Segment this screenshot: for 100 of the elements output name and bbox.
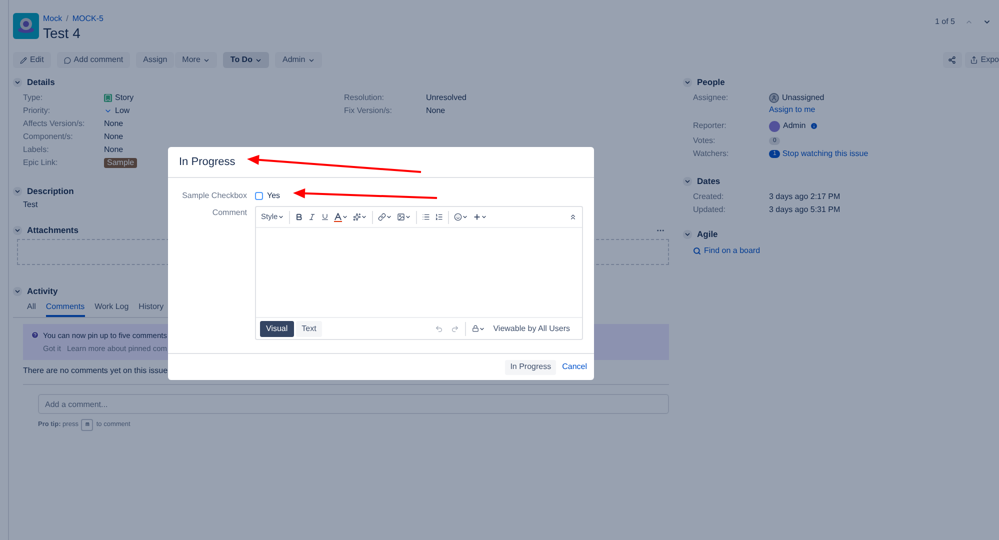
italic-icon[interactable] bbox=[308, 213, 316, 221]
issue-title: Test 4 bbox=[43, 25, 82, 41]
toolbar-button[interactable]: More bbox=[175, 52, 218, 68]
field-label: Component/s: bbox=[23, 130, 74, 142]
section-title: People bbox=[697, 76, 725, 88]
field-label: Resolution: bbox=[344, 92, 386, 104]
chevron-icon bbox=[684, 78, 691, 86]
user-avatar bbox=[769, 120, 780, 132]
chevron-icon bbox=[684, 230, 691, 238]
collapse-icon[interactable] bbox=[569, 213, 577, 221]
field-value: Unresolved bbox=[426, 92, 466, 104]
collapse-toggle[interactable] bbox=[13, 226, 22, 234]
empty-comments-text: There are no comments yet on this issue. bbox=[23, 366, 170, 376]
epic-lozenge[interactable]: Sample bbox=[104, 158, 138, 168]
text-effects-icon[interactable] bbox=[352, 213, 367, 221]
bullet-list-icon[interactable] bbox=[422, 213, 430, 221]
chevron-icon bbox=[14, 78, 21, 86]
caret-icon bbox=[308, 56, 316, 64]
stop-watching-link[interactable]: Stop watching this issue bbox=[782, 148, 868, 160]
speech-bubble-icon bbox=[64, 56, 71, 64]
section-title: Agile bbox=[697, 228, 718, 240]
collapse-toggle[interactable] bbox=[683, 230, 692, 238]
activity-tab[interactable]: Work Log bbox=[94, 301, 129, 317]
section-title: Dates bbox=[697, 174, 720, 188]
cancel-link[interactable]: Cancel bbox=[560, 360, 589, 374]
search-icon bbox=[693, 247, 701, 255]
field-label: Votes: bbox=[693, 134, 716, 146]
story-icon bbox=[104, 94, 112, 102]
text-color-icon[interactable] bbox=[334, 212, 348, 222]
info-icon[interactable] bbox=[810, 122, 818, 130]
activity-tab[interactable]: History bbox=[138, 301, 164, 317]
checkbox-label: Yes bbox=[267, 190, 280, 202]
dialog-title: In Progress bbox=[179, 154, 236, 170]
lock-icon[interactable] bbox=[472, 325, 486, 332]
field-label: Priority: bbox=[23, 104, 52, 116]
description-text: Test bbox=[22, 199, 39, 210]
activity-tab[interactable]: Comments bbox=[46, 301, 85, 317]
bold-icon[interactable] bbox=[294, 213, 303, 221]
field-label: Affects Version/s: bbox=[23, 118, 86, 130]
export-button[interactable]: Expo bbox=[964, 52, 999, 68]
collapse-toggle[interactable] bbox=[683, 176, 692, 186]
activity-tab[interactable]: All bbox=[27, 301, 36, 317]
comment-field[interactable]: Add a comment... bbox=[38, 394, 669, 414]
find-on-board-link[interactable]: Find on a board bbox=[693, 245, 868, 257]
insert-icon[interactable] bbox=[472, 213, 487, 221]
field-label: Reporter: bbox=[693, 120, 728, 132]
link-icon[interactable] bbox=[378, 213, 392, 221]
field-label: Type: bbox=[23, 92, 44, 104]
next-icon[interactable] bbox=[983, 18, 991, 26]
date-value: 3 days ago 2:17 PM bbox=[769, 190, 840, 202]
toolbar-button[interactable]: Add comment bbox=[56, 52, 130, 68]
editor-mode-tab[interactable]: Text bbox=[296, 320, 322, 336]
unassigned-avatar bbox=[769, 93, 779, 103]
section-title: Activity bbox=[27, 284, 58, 298]
field-label: Fix Version/s: bbox=[344, 104, 394, 116]
breadcrumb-link[interactable]: Mock bbox=[43, 13, 62, 25]
breadcrumb-link[interactable]: MOCK-5 bbox=[72, 13, 104, 25]
chevron-icon bbox=[14, 226, 21, 234]
caret-icon bbox=[203, 56, 210, 64]
field-value: Story bbox=[115, 92, 134, 104]
collapse-toggle[interactable] bbox=[13, 186, 22, 196]
chevron-icon bbox=[684, 178, 691, 184]
editor-mode-tab[interactable]: Visual bbox=[260, 320, 294, 336]
collapse-toggle[interactable] bbox=[13, 286, 22, 296]
caret-icon bbox=[255, 56, 262, 64]
reporter-value: Admin bbox=[783, 120, 806, 132]
help-icon bbox=[31, 331, 39, 340]
assignee-value: Unassigned bbox=[782, 92, 824, 104]
section-title: Details bbox=[27, 76, 55, 88]
numbered-list-icon[interactable] bbox=[434, 213, 443, 221]
collapse-toggle[interactable] bbox=[13, 78, 22, 86]
assign-to-me-link[interactable]: Assign to me bbox=[769, 104, 868, 117]
field-value: None bbox=[426, 104, 446, 116]
share-button[interactable] bbox=[942, 52, 962, 68]
collapse-toggle[interactable] bbox=[683, 78, 692, 86]
checkbox[interactable] bbox=[255, 192, 263, 200]
toolbar-button[interactable]: Assign bbox=[136, 52, 174, 68]
transition-button[interactable]: In Progress bbox=[505, 360, 556, 374]
date-value: 3 days ago 5:31 PM bbox=[769, 204, 840, 216]
field-label: Created: bbox=[693, 190, 725, 202]
field-label: Assignee: bbox=[693, 92, 730, 104]
section-title: Description bbox=[27, 184, 74, 198]
field-label: Labels: bbox=[23, 144, 50, 156]
chevron-icon bbox=[14, 188, 21, 194]
pencil-icon bbox=[20, 56, 27, 64]
field-value: None bbox=[104, 130, 124, 142]
field-label: Watchers: bbox=[693, 148, 730, 160]
caret-icon bbox=[278, 214, 284, 220]
field-value: Low bbox=[115, 104, 130, 116]
toolbar-button[interactable]: Admin bbox=[275, 52, 322, 68]
chevron-icon bbox=[14, 288, 21, 294]
field-label: Sample Checkbox bbox=[181, 190, 247, 202]
emoji-icon[interactable] bbox=[454, 213, 468, 221]
section-title: Attachments bbox=[27, 224, 78, 236]
toolbar-button[interactable]: Edit bbox=[13, 52, 51, 68]
field-value: None bbox=[104, 118, 124, 130]
toolbar-button[interactable]: To Do bbox=[223, 52, 270, 68]
underline-icon[interactable] bbox=[320, 213, 329, 221]
image-icon[interactable] bbox=[396, 213, 411, 221]
pager-text: 1 of 5 bbox=[934, 16, 955, 28]
